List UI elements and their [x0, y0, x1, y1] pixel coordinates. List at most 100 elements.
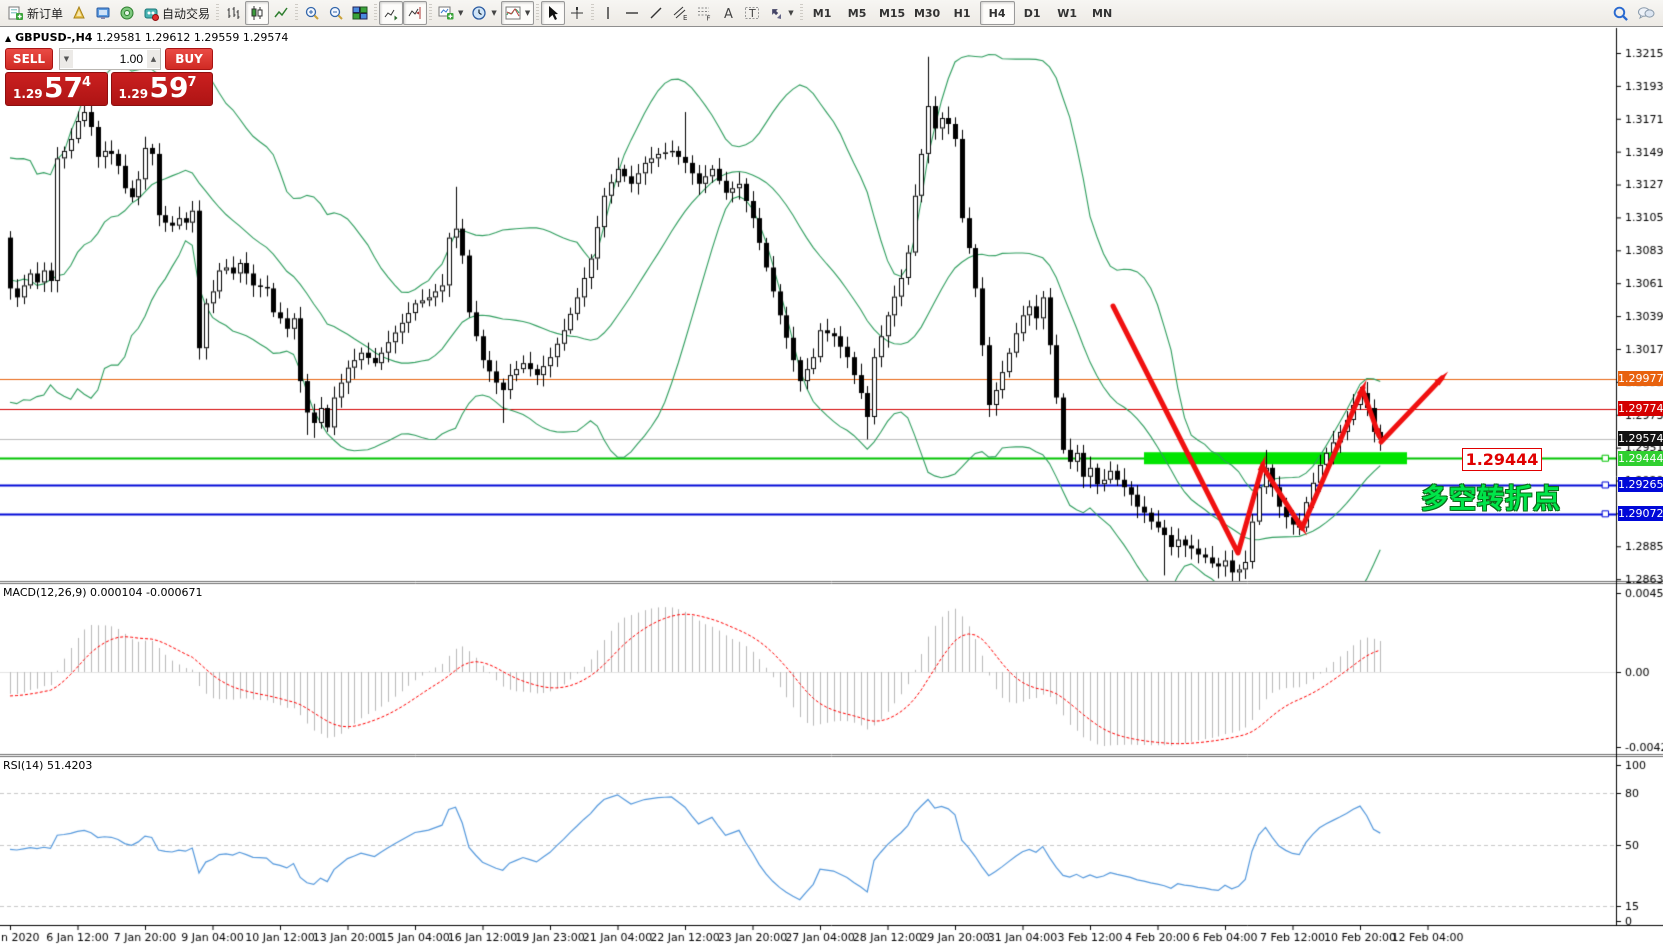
horizontal-line-icon [624, 5, 640, 21]
timeframe-m15-button[interactable]: M15 [875, 1, 910, 25]
toolbar: 新订单 自动交易 [0, 0, 1663, 27]
new-chart-button[interactable]: ▼ [434, 1, 467, 25]
tile-windows-button[interactable] [348, 1, 372, 25]
text-label-button[interactable]: T [740, 1, 764, 25]
toolbar-grip [591, 4, 594, 22]
buy-price-pips: 59 [150, 71, 189, 104]
clock-icon [471, 5, 487, 21]
crosshair-icon [569, 5, 585, 21]
svg-text:F: F [707, 15, 711, 22]
text-button[interactable]: A [716, 1, 740, 25]
chart-title: ▲ GBPUSD-,H4 1.29581 1.29612 1.29559 1.29… [5, 31, 288, 44]
market-button[interactable] [91, 1, 115, 25]
timeframe-h4-button[interactable]: H4 [980, 1, 1015, 25]
indicators-button[interactable]: ▼ [501, 1, 534, 25]
volume-input[interactable] [73, 50, 147, 68]
macd-label: MACD(12,26,9) 0.000104 -0.000671 [3, 586, 202, 599]
buy-price-prefix: 1.29 [119, 87, 149, 101]
chart-candles-button[interactable] [245, 1, 269, 25]
text-icon: A [720, 5, 736, 21]
indicators-icon [505, 5, 521, 21]
toolbar-grip [374, 4, 377, 22]
chart-bars-button[interactable] [221, 1, 245, 25]
auto-trading-icon [143, 5, 159, 21]
profile-button[interactable] [67, 1, 91, 25]
community-button[interactable] [115, 1, 139, 25]
sell-price-prefix: 1.29 [13, 87, 43, 101]
bar-chart-icon [225, 5, 241, 21]
channel-icon: E [672, 5, 688, 21]
mt4-application: 新订单 自动交易 [0, 0, 1663, 949]
timeframe-m1-button[interactable]: M1 [805, 1, 840, 25]
line-chart-icon [273, 5, 289, 21]
new-order-label: 新订单 [27, 5, 63, 22]
vertical-line-button[interactable] [596, 1, 620, 25]
crosshair-button[interactable] [565, 1, 589, 25]
sell-price-panel[interactable]: 1.29 57 4 [5, 72, 108, 106]
zoom-out-icon [328, 5, 344, 21]
buy-button[interactable]: BUY [165, 48, 213, 70]
price-chart-canvas[interactable] [0, 0, 1663, 949]
shapes-button[interactable]: ▼ [764, 1, 797, 25]
tile-windows-icon [352, 5, 368, 21]
price-badge-1.29977: 1.29977 [1618, 371, 1663, 386]
fibonacci-button[interactable]: F [692, 1, 716, 25]
ohlc-values: 1.29581 1.29612 1.29559 1.29574 [96, 31, 288, 44]
timeframe-h1-button[interactable]: H1 [945, 1, 980, 25]
timeframe-m30-button[interactable]: M30 [910, 1, 945, 25]
timeframe-mn-button[interactable]: MN [1085, 1, 1120, 25]
trendline-icon [648, 5, 664, 21]
candlestick-icon [249, 5, 265, 21]
chat-button[interactable] [1633, 1, 1659, 25]
new-order-button[interactable]: 新订单 [4, 1, 67, 25]
buy-price-point: 7 [188, 75, 197, 90]
search-icon [1612, 5, 1629, 22]
chart-line-button[interactable] [269, 1, 293, 25]
dropdown-caret-icon: ▼ [458, 9, 463, 17]
zoom-out-button[interactable] [324, 1, 348, 25]
volume-increase-button[interactable]: ▲ [147, 50, 160, 68]
auto-trading-button[interactable]: 自动交易 [139, 1, 214, 25]
dropdown-caret-icon: ▼ [525, 9, 530, 17]
auto-scroll-icon [383, 5, 399, 21]
symbol-period-label: GBPUSD-,H4 [15, 31, 92, 44]
timeframe-d1-button[interactable]: D1 [1015, 1, 1050, 25]
rsi-label: RSI(14) 51.4203 [3, 759, 92, 772]
new-chart-icon [438, 5, 454, 21]
timeframe-m5-button[interactable]: M5 [840, 1, 875, 25]
buy-price-panel[interactable]: 1.29 59 7 [111, 72, 214, 106]
toolbar-grip [800, 4, 803, 22]
search-button[interactable] [1608, 1, 1633, 25]
price-badge-1.29774: 1.29774 [1618, 401, 1663, 416]
toolbar-grip [216, 4, 219, 22]
auto-scroll-button[interactable] [379, 1, 403, 25]
chat-bubbles-icon [1637, 5, 1655, 21]
turning-point-annotation[interactable]: 多空转折点 [1421, 477, 1561, 516]
zoom-in-icon [304, 5, 320, 21]
text-label-icon: T [744, 5, 760, 21]
sell-button[interactable]: SELL [5, 48, 53, 70]
profiles-button[interactable]: ▼ [467, 1, 500, 25]
dropdown-caret-icon: ▼ [491, 9, 496, 17]
chart-shift-icon [407, 5, 423, 21]
price-badge-1.29574: 1.29574 [1618, 431, 1663, 446]
horizontal-line-button[interactable] [620, 1, 644, 25]
fibonacci-icon: F [696, 5, 712, 21]
green-globe-icon [119, 5, 135, 21]
timeframe-w1-button[interactable]: W1 [1050, 1, 1085, 25]
sell-price-pips: 57 [44, 71, 83, 104]
zoom-in-button[interactable] [300, 1, 324, 25]
cursor-button[interactable] [541, 1, 565, 25]
price-badge-1.29072: 1.29072 [1618, 506, 1663, 521]
price-badge-1.29265: 1.29265 [1618, 477, 1663, 492]
equidistant-channel-button[interactable]: E [668, 1, 692, 25]
trendline-button[interactable] [644, 1, 668, 25]
svg-text:T: T [748, 7, 756, 20]
svg-text:E: E [683, 14, 687, 21]
chart-shift-button[interactable] [403, 1, 427, 25]
volume-decrease-button[interactable]: ▼ [60, 50, 73, 68]
price-level-label[interactable]: 1.29444 [1462, 448, 1542, 471]
gold-badge-icon [71, 5, 87, 21]
collapse-triangle-icon[interactable]: ▲ [5, 34, 11, 43]
one-click-trading-panel: SELL ▼ ▲ BUY 1.29 57 4 1.29 59 7 [5, 48, 213, 106]
